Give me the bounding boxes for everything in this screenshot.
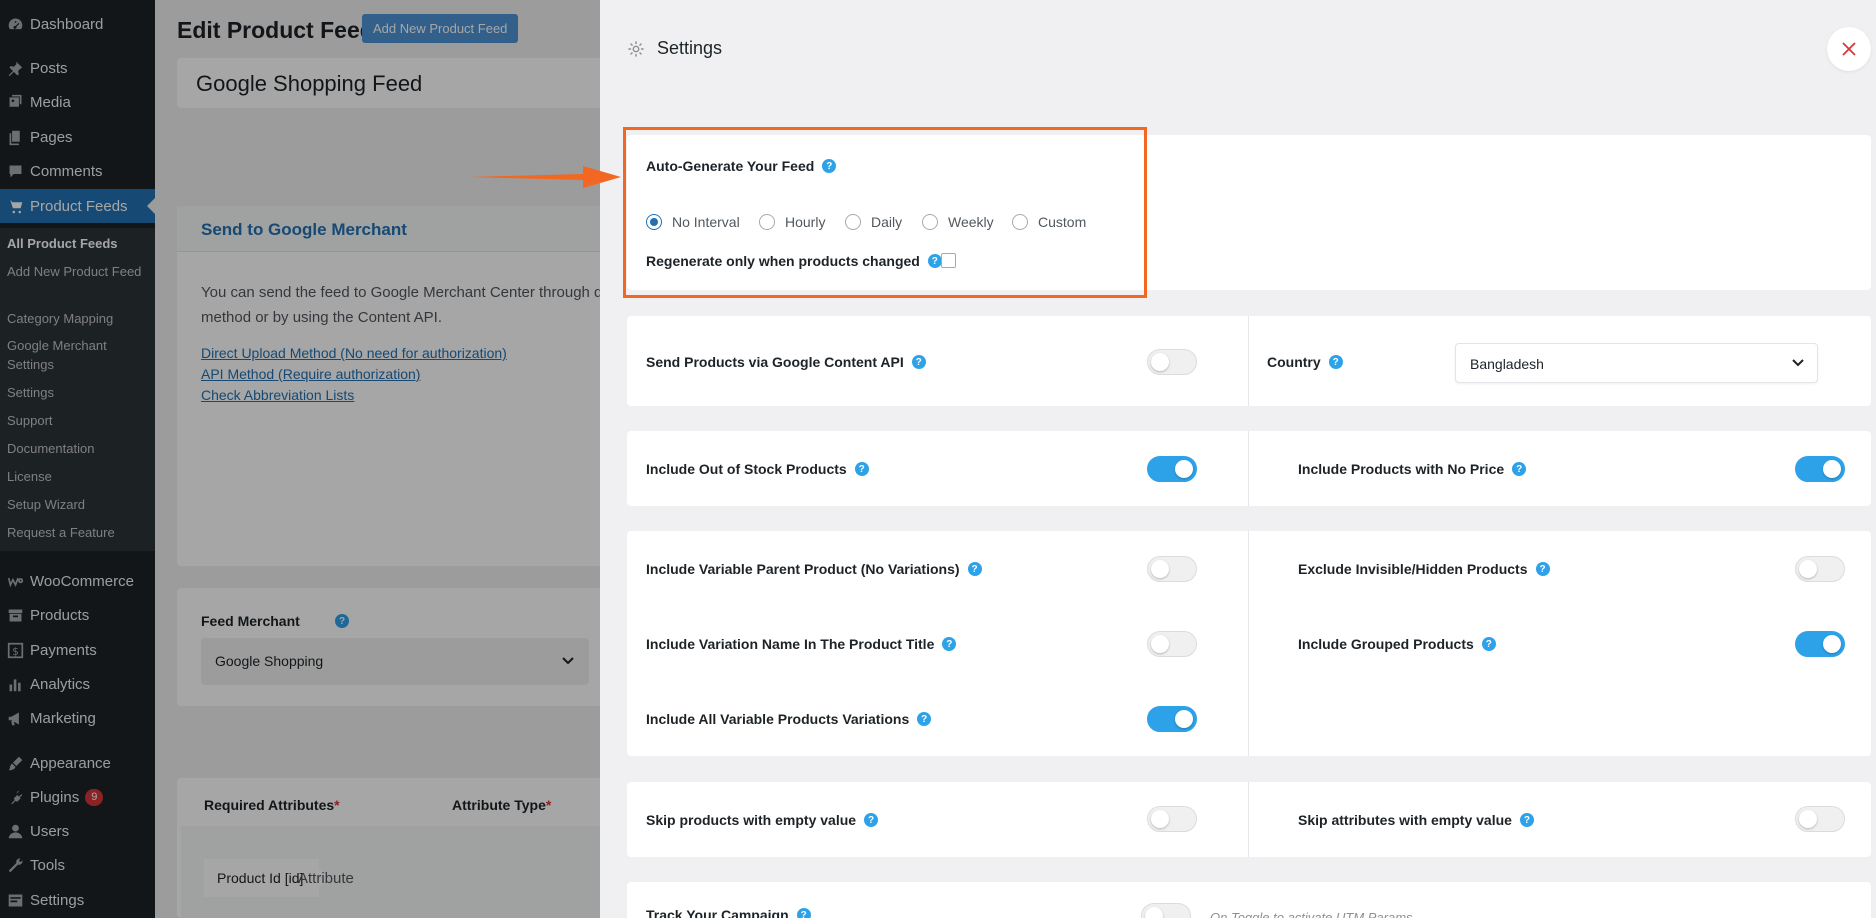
- help-icon[interactable]: ?: [1481, 637, 1496, 651]
- all-variations-label: Include All Variable Products Variations…: [646, 711, 932, 727]
- help-icon[interactable]: ?: [854, 462, 869, 476]
- track-campaign-hint: On Toggle to activate UTM Params: [1210, 910, 1413, 918]
- chevron-down-icon: [1792, 359, 1804, 367]
- skip-products-toggle[interactable]: [1147, 806, 1197, 832]
- content-api-label: Send Products via Google Content API?: [646, 354, 926, 370]
- track-campaign-label: Track Your Campaign?: [646, 907, 811, 918]
- invisible-products-toggle[interactable]: [1795, 556, 1845, 582]
- skip-attributes-label: Skip attributes with empty value?: [1298, 812, 1534, 828]
- help-icon[interactable]: ?: [942, 637, 957, 651]
- skip-attributes-toggle[interactable]: [1795, 806, 1845, 832]
- help-icon[interactable]: ?: [796, 908, 811, 918]
- close-button[interactable]: [1827, 27, 1871, 71]
- annotation-arrow-icon: [468, 166, 621, 188]
- no-price-toggle[interactable]: [1795, 456, 1845, 482]
- help-icon[interactable]: ?: [864, 813, 879, 827]
- country-value: Bangladesh: [1470, 356, 1544, 372]
- content-api-toggle[interactable]: [1147, 349, 1197, 375]
- grouped-products-label: Include Grouped Products?: [1298, 636, 1496, 652]
- divider: [1248, 782, 1249, 857]
- variation-name-label: Include Variation Name In The Product Ti…: [646, 636, 957, 652]
- divider: [1248, 431, 1249, 506]
- all-variations-toggle[interactable]: [1147, 706, 1197, 732]
- grouped-products-toggle[interactable]: [1795, 631, 1845, 657]
- drawer-header: Settings: [627, 38, 722, 59]
- track-campaign-toggle[interactable]: [1141, 903, 1191, 918]
- variable-parent-toggle[interactable]: [1147, 556, 1197, 582]
- invisible-products-label: Exclude Invisible/Hidden Products?: [1298, 561, 1550, 577]
- out-of-stock-toggle[interactable]: [1147, 456, 1197, 482]
- help-icon[interactable]: ?: [1519, 813, 1534, 827]
- help-icon[interactable]: ?: [1512, 462, 1527, 476]
- close-icon: [1842, 42, 1856, 56]
- help-icon[interactable]: ?: [917, 712, 932, 726]
- help-icon[interactable]: ?: [1328, 355, 1343, 369]
- modal-backdrop[interactable]: [0, 0, 600, 918]
- no-price-label: Include Products with No Price?: [1298, 461, 1527, 477]
- annotation-highlight-box: [623, 127, 1147, 298]
- country-label: Country?: [1267, 354, 1343, 370]
- variable-parent-label: Include Variable Parent Product (No Vari…: [646, 561, 982, 577]
- out-of-stock-label: Include Out of Stock Products?: [646, 461, 869, 477]
- drawer-title: Settings: [657, 38, 723, 58]
- skip-products-label: Skip products with empty value?: [646, 812, 879, 828]
- help-icon[interactable]: ?: [1535, 562, 1550, 576]
- divider: [1248, 531, 1249, 756]
- divider: [1248, 316, 1249, 406]
- country-select[interactable]: Bangladesh: [1455, 343, 1818, 383]
- gear-icon: [628, 40, 644, 57]
- variation-name-toggle[interactable]: [1147, 631, 1197, 657]
- help-icon[interactable]: ?: [967, 562, 982, 576]
- help-icon[interactable]: ?: [911, 355, 926, 369]
